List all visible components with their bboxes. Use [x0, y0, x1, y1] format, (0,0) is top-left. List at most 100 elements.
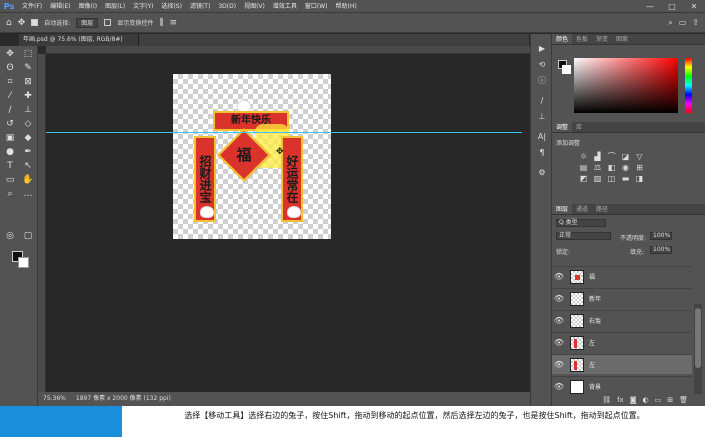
layer-name[interactable]: 右兔 [589, 316, 601, 325]
clone-source-icon[interactable]: ⊥ [536, 112, 548, 122]
fill-input[interactable]: 100% [650, 246, 672, 254]
menu-file[interactable]: 文件(F) [18, 0, 46, 13]
history-icon[interactable]: ⟲ [536, 60, 548, 70]
selective-color-icon[interactable]: ◨ [634, 174, 645, 183]
right-bunny[interactable] [287, 206, 301, 218]
layer-row[interactable]: 👁 福 [552, 266, 692, 286]
layer-name[interactable]: 新年 [589, 294, 601, 303]
dodge-icon[interactable]: ● [3, 146, 17, 158]
color-balance-icon[interactable]: ⚖ [592, 163, 603, 172]
auto-select-checkbox[interactable] [31, 19, 39, 26]
close-button[interactable]: ✕ [683, 0, 705, 13]
threshold-icon[interactable]: ◫ [606, 174, 617, 183]
tab-color[interactable]: 颜色 [552, 34, 573, 44]
menu-window[interactable]: 窗口(W) [301, 0, 332, 13]
search-icon[interactable]: ⌕ [668, 18, 672, 28]
vibrance-icon[interactable]: ▽ [634, 152, 645, 161]
tab-paths[interactable]: 路径 [592, 204, 612, 214]
gradient-map-icon[interactable]: ▬ [620, 174, 631, 183]
character-icon[interactable]: A| [536, 132, 548, 142]
paragraph-icon[interactable]: ¶ [536, 148, 548, 158]
tab-libraries[interactable]: 库 [572, 122, 586, 132]
distribute-icon[interactable]: ≡ [169, 18, 177, 28]
opacity-input[interactable]: 100% [650, 232, 672, 240]
layer-name[interactable]: 左 [589, 338, 595, 347]
hue-saturation-icon[interactable]: ▤ [578, 163, 589, 172]
tab-patterns[interactable]: 图案 [612, 34, 632, 44]
menu-plugins[interactable]: 增效工具 [269, 0, 301, 13]
maximize-button[interactable]: □ [661, 0, 683, 13]
type-icon[interactable]: T [3, 160, 17, 172]
tab-adjustments[interactable]: 调整 [552, 122, 573, 132]
visibility-eye-icon[interactable]: 👁 [552, 360, 566, 369]
workspace-icon[interactable]: ▭ [679, 18, 687, 28]
panel-background-swatch[interactable] [562, 65, 571, 74]
fx-icon[interactable]: fx [617, 396, 624, 406]
path-select-icon[interactable]: ↖ [21, 160, 35, 172]
left-bunny[interactable] [200, 206, 214, 218]
layer-row[interactable]: 👁 左 [552, 332, 692, 352]
zoom-icon[interactable]: ⌕ [3, 188, 17, 200]
info-icon[interactable]: ⓘ [536, 76, 548, 86]
menu-type[interactable]: 文字(Y) [129, 0, 157, 13]
curves-icon[interactable]: ⌒ [606, 152, 617, 161]
new-layer-icon[interactable]: ⊞ [667, 396, 673, 406]
brush-icon[interactable]: ∕ [3, 104, 17, 116]
healing-icon[interactable]: ✚ [21, 90, 35, 102]
marquee-icon[interactable]: ⬚ [21, 48, 35, 60]
move-icon[interactable]: ✥ [3, 48, 17, 60]
crop-icon[interactable]: ⌗ [3, 76, 17, 88]
tab-swatches[interactable]: 色板 [572, 34, 592, 44]
more-tools-icon[interactable]: … [21, 188, 35, 200]
frame-icon[interactable]: ⊠ [21, 76, 35, 88]
layer-filter-select[interactable]: Q 类型 [556, 219, 606, 227]
screen-mode-icon[interactable]: ▢ [21, 230, 35, 242]
blur-icon[interactable]: ◆ [21, 132, 35, 144]
stamp-icon[interactable]: ⊥ [21, 104, 35, 116]
layer-row[interactable]: 👁 背景 [552, 376, 692, 396]
lasso-icon[interactable]: ʘ [3, 62, 17, 74]
hue-slider[interactable] [685, 58, 692, 113]
menu-filter[interactable]: 滤镜(T) [186, 0, 214, 13]
layers-scrollbar[interactable] [694, 304, 702, 394]
menu-image[interactable]: 图像(I) [75, 0, 101, 13]
move-tool-icon[interactable]: ✥ [18, 18, 26, 28]
share-icon[interactable]: ⇪ [692, 18, 699, 28]
home-icon[interactable]: ⌂ [6, 18, 12, 28]
transform-controls-checkbox[interactable] [104, 19, 112, 26]
invert-icon[interactable]: ◩ [578, 174, 589, 183]
ruler-horizontal[interactable] [46, 46, 530, 54]
blend-mode-select[interactable]: 正常 [556, 232, 611, 240]
tab-channels[interactable]: 通道 [572, 204, 592, 214]
link-icon[interactable]: ⛓ [602, 396, 611, 406]
photo-filter-icon[interactable]: ◉ [620, 163, 631, 172]
brightness-icon[interactable]: ☼ [578, 152, 589, 161]
visibility-eye-icon[interactable]: 👁 [552, 338, 566, 347]
minimize-button[interactable]: — [639, 0, 661, 13]
layer-row[interactable]: 👁 右兔 [552, 310, 692, 330]
adjustment-layer-icon[interactable]: ◐ [643, 396, 649, 406]
color-picker-field[interactable] [574, 58, 678, 113]
hand-icon[interactable]: ✋ [21, 174, 35, 186]
posterize-icon[interactable]: ▨ [592, 174, 603, 183]
brush-settings-icon[interactable]: ∕ [536, 96, 548, 106]
visibility-eye-icon[interactable]: 👁 [552, 294, 566, 303]
menu-help[interactable]: 帮助(H) [332, 0, 361, 13]
menu-edit[interactable]: 编辑(E) [46, 0, 74, 13]
background-color[interactable] [18, 257, 29, 268]
tab-gradients[interactable]: 渐变 [592, 34, 612, 44]
quick-mask-icon[interactable]: ◎ [3, 230, 17, 242]
levels-icon[interactable]: ▟ [592, 152, 603, 161]
document-canvas[interactable]: 新年快乐 招财进宝 好运常在 福 ✥ [173, 74, 331, 239]
zoom-level[interactable]: 75.36% [43, 392, 66, 406]
ruler-vertical[interactable] [38, 54, 46, 406]
pen-icon[interactable]: ✒ [21, 146, 35, 158]
menu-layer[interactable]: 图层(L) [101, 0, 129, 13]
exposure-icon[interactable]: ◪ [620, 152, 631, 161]
black-white-icon[interactable]: ◧ [606, 163, 617, 172]
shape-icon[interactable]: ▭ [3, 174, 17, 186]
folder-icon[interactable]: ▭ [655, 396, 662, 406]
document-tab[interactable]: 年画.psd @ 75.6% (图层, RGB/8#) [19, 34, 139, 46]
gradient-icon[interactable]: ▣ [3, 132, 17, 144]
visibility-eye-icon[interactable]: 👁 [552, 272, 566, 281]
